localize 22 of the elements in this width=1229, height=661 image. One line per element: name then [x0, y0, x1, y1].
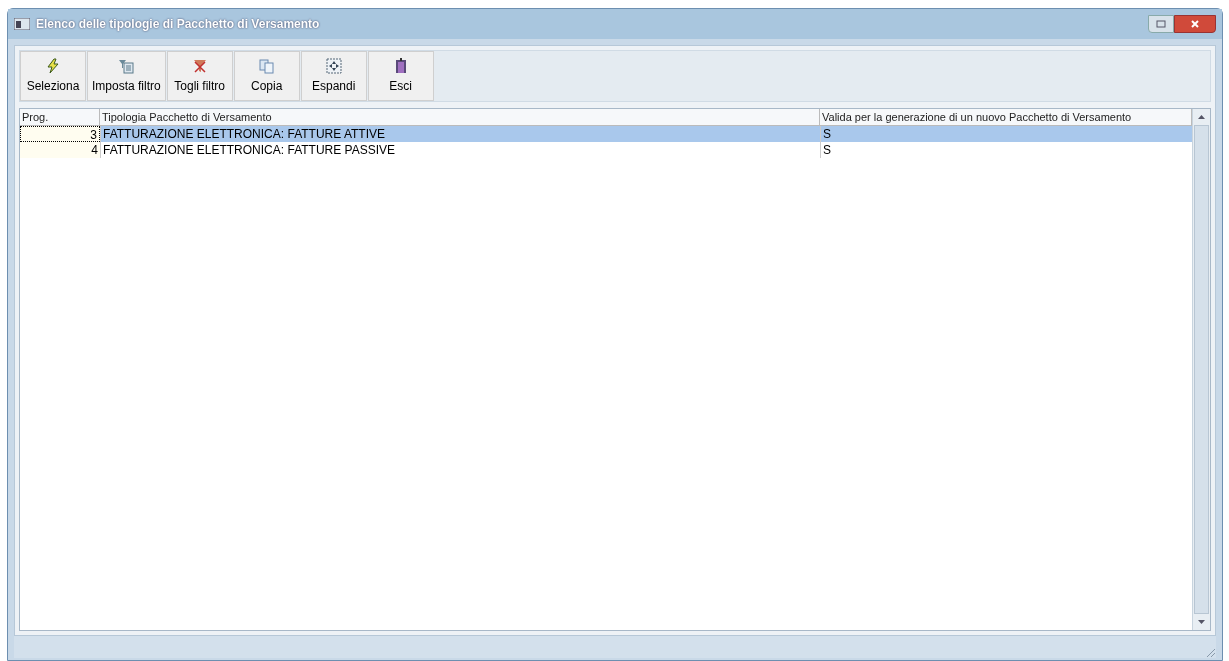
window-icon	[14, 18, 30, 30]
table-cell: 4	[20, 142, 100, 158]
table-cell: 3	[20, 126, 100, 142]
resize-grip-icon[interactable]	[1204, 646, 1216, 658]
lightning-icon	[45, 57, 61, 74]
toolbar-button[interactable]: Seleziona	[20, 51, 86, 101]
expand-icon	[325, 57, 342, 74]
window-title: Elenco delle tipologie di Pacchetto di Versamento	[36, 16, 320, 33]
toolbar-button[interactable]: Esci	[367, 51, 434, 101]
toolbar-button[interactable]: Copia	[233, 51, 300, 101]
table-row[interactable]: 3 FATTURAZIONE ELETTRONICA: FATTURE ATTIVE S	[20, 126, 1192, 142]
toolbar-button[interactable]: Togli filtro	[166, 51, 233, 101]
close-button[interactable]	[1174, 15, 1216, 33]
maximize-icon	[1156, 20, 1166, 28]
filter-remove-icon	[191, 57, 208, 74]
toolbar-button[interactable]: Espandi	[300, 51, 367, 101]
table-cell: FATTURAZIONE ELETTRONICA: FATTURE PASSIVE	[100, 142, 820, 158]
toolbar-button[interactable]: Imposta filtro	[87, 51, 166, 101]
copy-icon	[258, 57, 275, 74]
filter-icon	[118, 57, 135, 74]
scrollbar[interactable]	[1192, 109, 1210, 630]
close-icon	[1190, 19, 1200, 29]
